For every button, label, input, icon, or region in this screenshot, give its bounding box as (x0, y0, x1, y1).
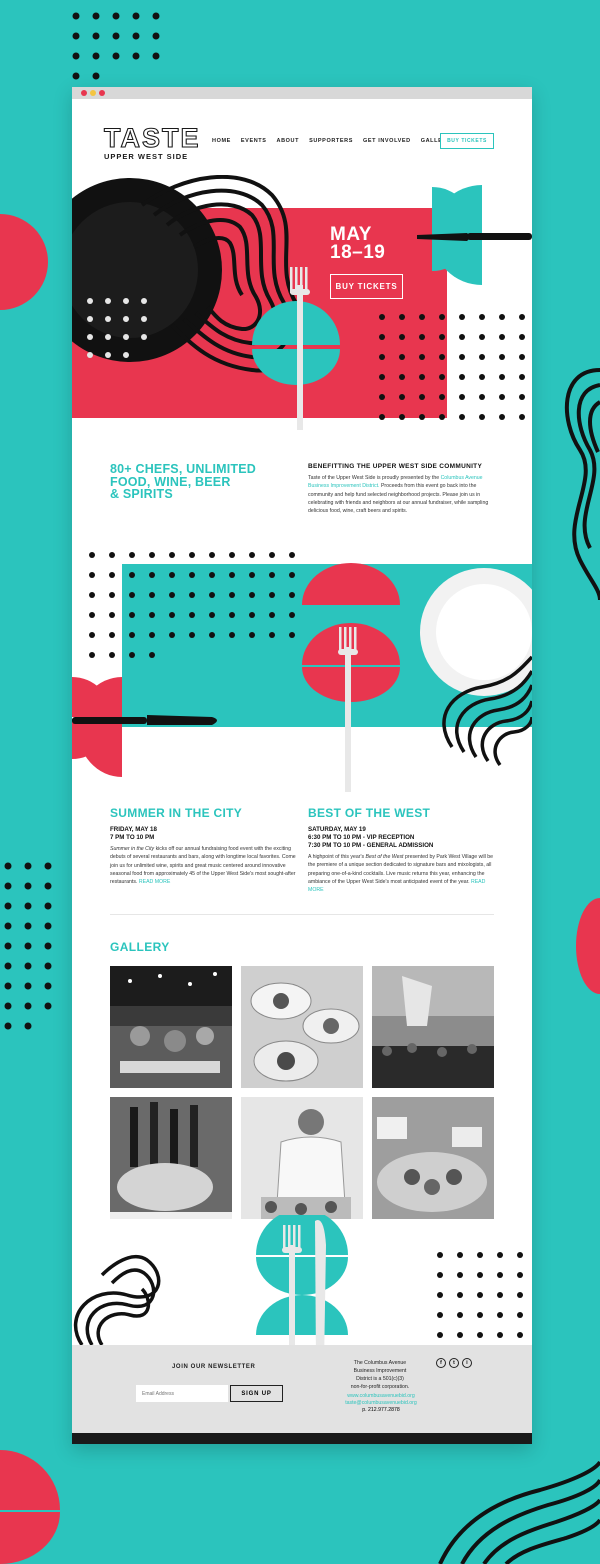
main-nav: HOME EVENTS ABOUT SUPPORTERS GET INVOLVE… (212, 138, 451, 144)
org-line: Business Improvement (353, 1368, 407, 1374)
nav-link-get-involved[interactable]: GET INVOLVED (363, 138, 411, 144)
event-date: SATURDAY, MAY 19 (308, 826, 366, 833)
gallery-title: GALLERY (110, 940, 170, 954)
org-line: non-for-profit corporation. (350, 1384, 410, 1390)
intro-text: Taste of the Upper West Side is proudly … (308, 475, 440, 481)
event-description: A highpoint of this year's Best of the W… (308, 853, 494, 894)
photo-gallery (110, 966, 494, 1219)
event-description: Summer in the City kicks off our annual … (110, 845, 296, 886)
facebook-icon[interactable]: f (436, 1358, 446, 1368)
browser-window: TASTE UPPER WEST SIDE HOME EVENTS ABOUT … (72, 87, 532, 1444)
website-link[interactable]: www.columbusavenuebid.org (336, 1393, 426, 1400)
event-summer-in-the-city: SUMMER IN THE CITY FRIDAY, MAY 18 7 PM T… (110, 806, 296, 886)
nav-link-home[interactable]: HOME (212, 138, 231, 144)
event-name-emphasis: Summer in the City (110, 846, 155, 852)
event-time: 6:30 PM TO 10 PM - VIP RECEPTION (308, 834, 415, 841)
event-schedule: FRIDAY, MAY 18 7 PM TO 10 PM (110, 826, 296, 842)
footer-illustration (74, 1215, 523, 1365)
maximize-window-icon[interactable] (99, 90, 105, 96)
newsletter-title: JOIN OUR NEWSLETTER (172, 1364, 256, 1370)
hero-buy-tickets-button[interactable]: BUY TICKETS (330, 274, 403, 299)
site-header: TASTE UPPER WEST SIDE HOME EVENTS ABOUT … (72, 123, 532, 165)
intro-headline: 80+ CHEFS, UNLIMITED FOOD, WINE, BEER & … (110, 463, 280, 501)
event-time: 7:30 PM TO 10 PM - GENERAL ADMISSION (308, 842, 434, 849)
social-links: f t i (436, 1358, 472, 1368)
event-name-emphasis: Best of the West (365, 854, 404, 860)
intro-headline-line: & SPIRITS (110, 487, 173, 501)
nav-buy-tickets-button[interactable]: BUY TICKETS (440, 133, 494, 149)
gallery-photo[interactable] (372, 1097, 494, 1219)
site-footer: JOIN OUR NEWSLETTER SIGN UP The Columbus… (72, 1345, 532, 1433)
close-window-icon[interactable] (81, 90, 87, 96)
hero-event-date: MAY 18–19 (330, 225, 386, 263)
newsletter-signup-button[interactable]: SIGN UP (230, 1385, 283, 1402)
phone-number: p. 212.977.2878 (362, 1406, 400, 1413)
nav-link-events[interactable]: EVENTS (241, 138, 267, 144)
hero-date-days: 18–19 (330, 242, 386, 263)
gallery-photo[interactable] (241, 1097, 363, 1219)
minimize-window-icon[interactable] (90, 90, 96, 96)
nav-link-about[interactable]: ABOUT (277, 138, 300, 144)
footer-bottom-bar (72, 1433, 532, 1444)
intro-copy: BENEFITTING THE UPPER WEST SIDE COMMUNIT… (308, 463, 498, 515)
twitter-icon[interactable]: t (449, 1358, 459, 1368)
intro-subhead: BENEFITTING THE UPPER WEST SIDE COMMUNIT… (308, 463, 483, 470)
event-text: A highpoint of this year's (308, 854, 365, 860)
event-title: BEST OF THE WEST (308, 806, 431, 820)
gallery-photo[interactable] (110, 1097, 232, 1219)
gallery-photo[interactable] (372, 966, 494, 1088)
window-titlebar (72, 87, 532, 99)
org-line: District is a 501(c)(3) (356, 1376, 404, 1382)
logo-wordmark: TASTE (103, 123, 201, 153)
hero-illustration (72, 175, 532, 430)
newsletter-email-input[interactable] (136, 1385, 228, 1402)
event-schedule: SATURDAY, MAY 19 6:30 PM TO 10 PM - VIP … (308, 826, 494, 850)
instagram-icon[interactable]: i (462, 1358, 472, 1368)
email-link[interactable]: taste@columbusavenuebid.org (336, 1400, 426, 1407)
section-divider (110, 914, 494, 915)
nav-link-supporters[interactable]: SUPPORTERS (309, 138, 353, 144)
event-time: 7 PM TO 10 PM (110, 834, 155, 841)
intro-paragraph: Taste of the Upper West Side is proudly … (308, 474, 498, 515)
contact-info: www.columbusavenuebid.org taste@columbus… (336, 1393, 426, 1413)
event-best-of-the-west: BEST OF THE WEST SATURDAY, MAY 19 6:30 P… (308, 806, 494, 894)
event-date: FRIDAY, MAY 18 (110, 826, 157, 833)
intro-headline-line: 80+ CHEFS, UNLIMITED (110, 462, 257, 476)
gallery-photo[interactable] (110, 966, 232, 1088)
site-logo[interactable]: TASTE UPPER WEST SIDE (103, 123, 201, 161)
event-title: SUMMER IN THE CITY (110, 806, 243, 820)
events-illustration (72, 552, 532, 792)
read-more-link[interactable]: READ MORE (139, 879, 170, 885)
gallery-photo[interactable] (241, 966, 363, 1088)
logo-subtitle: UPPER WEST SIDE (104, 152, 189, 161)
organization-info: The Columbus Avenue Business Improvement… (338, 1359, 422, 1391)
org-line: The Columbus Avenue (353, 1360, 407, 1366)
